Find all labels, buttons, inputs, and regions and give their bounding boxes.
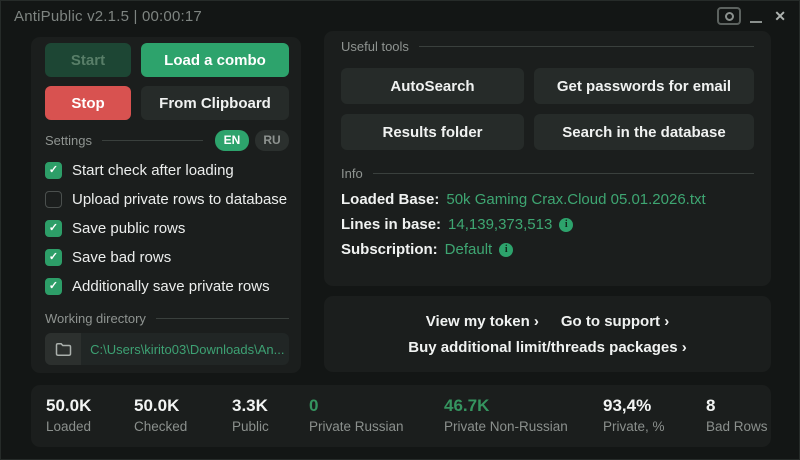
check-icon: ✓ [48, 280, 59, 292]
working-directory-path: C:\Users\kirito03\Downloads\An... [90, 341, 285, 357]
stat-value: 46.7K [444, 396, 490, 415]
account-links-panel: View my token › Go to support › Buy addi… [324, 296, 771, 372]
close-button[interactable]: ✕ [771, 8, 789, 25]
stat-label: Private Non-Russian [444, 419, 568, 434]
info-rows: Loaded Base: 50k Gaming Crax.Cloud 05.01… [341, 187, 754, 262]
stats-bar: 50.0K Loaded 50.0K Checked 3.3K Public 0… [31, 385, 771, 447]
minimize-button[interactable] [750, 9, 763, 23]
stat-checked: 50.0K Checked [134, 396, 187, 434]
checkbox[interactable]: ✓ [45, 249, 62, 266]
stat-public: 3.3K Public [232, 396, 269, 434]
check-icon: ✓ [48, 222, 59, 234]
pin-window-button[interactable] [717, 7, 742, 25]
checkbox-save-private-rows[interactable]: ✓ Additionally save private rows [45, 272, 289, 301]
subscription-row: Subscription: Default i [341, 237, 754, 262]
check-icon: ✓ [48, 164, 59, 176]
checkbox[interactable]: ✓ [45, 162, 62, 179]
useful-tools-label: Useful tools [341, 39, 409, 54]
stat-bad-rows: 8 Bad Rows [706, 396, 768, 434]
divider [372, 173, 754, 174]
titlebar: AntiPublic v2.1.5 | 00:00:17 ✕ [1, 1, 799, 31]
control-panel: Start Load a combo Stop From Clipboard S… [31, 37, 301, 373]
checkbox[interactable]: ✓ [45, 278, 62, 295]
lines-in-base-row: Lines in base: 14,139,373,513 i [341, 212, 754, 237]
subscription-value: Default [444, 241, 493, 258]
autosearch-button[interactable]: AutoSearch [341, 68, 524, 104]
circle-icon [724, 11, 734, 21]
checkbox-label: Start check after loading [72, 162, 234, 179]
stop-button[interactable]: Stop [45, 86, 131, 120]
close-icon: ✕ [774, 7, 786, 24]
stat-value: 3.3K [232, 396, 268, 415]
stat-label: Checked [134, 419, 188, 434]
checkbox-save-bad-rows[interactable]: ✓ Save bad rows [45, 243, 289, 272]
checkbox-label: Save public rows [72, 220, 186, 237]
stat-value: 50.0K [46, 396, 92, 415]
stat-private-non-russian: 46.7K Private Non-Russian [444, 396, 568, 434]
results-folder-button[interactable]: Results folder [341, 114, 524, 150]
stat-label: Public [232, 419, 269, 434]
subscription-label: Subscription: [341, 241, 438, 258]
stat-value: 0 [309, 396, 319, 415]
checkbox[interactable]: ✓ [45, 191, 62, 208]
useful-tools-grid: AutoSearch Get passwords for email Resul… [341, 68, 754, 150]
check-icon: ✓ [48, 251, 59, 263]
start-button[interactable]: Start [45, 43, 131, 77]
checkbox-label: Upload private rows to database [72, 191, 288, 208]
info-icon[interactable]: i [499, 242, 514, 257]
loaded-base-value: 50k Gaming Crax.Cloud 05.01.2026.txt [446, 191, 706, 208]
browse-folder-button[interactable] [45, 333, 82, 365]
lines-in-base-label: Lines in base: [341, 216, 442, 233]
info-label: Info [341, 166, 363, 181]
loaded-base-row: Loaded Base: 50k Gaming Crax.Cloud 05.01… [341, 187, 754, 212]
load-combo-button[interactable]: Load a combo [141, 43, 289, 77]
window-controls: ✕ [717, 7, 789, 25]
loaded-base-label: Loaded Base: [341, 191, 440, 208]
checkbox-label: Additionally save private rows [72, 278, 270, 295]
checkbox-label: Save bad rows [72, 249, 172, 266]
working-directory-input[interactable]: C:\Users\kirito03\Downloads\An... [45, 333, 289, 365]
stat-value: 50.0K [134, 396, 180, 415]
stat-label: Private, % [603, 419, 665, 434]
divider [418, 46, 754, 47]
stat-loaded: 50.0K Loaded [46, 396, 91, 434]
language-ru-toggle[interactable]: RU [255, 129, 289, 151]
stat-label: Private Russian [309, 419, 404, 434]
search-database-button[interactable]: Search in the database [534, 114, 754, 150]
checkbox-save-public-rows[interactable]: ✓ Save public rows [45, 214, 289, 243]
folder-icon [55, 342, 71, 356]
support-link[interactable]: Go to support › [561, 313, 669, 330]
checkbox-upload-private-rows[interactable]: ✓ Upload private rows to database [45, 185, 289, 214]
from-clipboard-button[interactable]: From Clipboard [141, 86, 289, 120]
stat-value: 93,4% [603, 396, 652, 415]
get-passwords-button[interactable]: Get passwords for email [534, 68, 754, 104]
working-directory-label: Working directory [45, 310, 146, 326]
checkbox-start-check-after-loading[interactable]: ✓ Start check after loading [45, 156, 289, 185]
checkbox[interactable]: ✓ [45, 220, 62, 237]
info-icon[interactable]: i [559, 217, 574, 232]
window-title: AntiPublic v2.1.5 | 00:00:17 [14, 7, 202, 25]
stat-value: 8 [706, 396, 716, 415]
settings-label: Settings [45, 132, 92, 148]
divider [155, 317, 289, 319]
settings-checkbox-list: ✓ Start check after loading ✓ Upload pri… [45, 156, 289, 301]
stat-label: Loaded [46, 419, 92, 434]
lines-in-base-value: 14,139,373,513 [448, 216, 553, 233]
stat-private-percent: 93,4% Private, % [603, 396, 665, 434]
divider [101, 139, 203, 141]
view-token-link[interactable]: View my token › [426, 313, 539, 330]
stat-label: Bad Rows [706, 419, 768, 434]
language-en-toggle[interactable]: EN [215, 129, 249, 151]
stat-private-russian: 0 Private Russian [309, 396, 404, 434]
tools-info-panel: Useful tools AutoSearch Get passwords fo… [324, 31, 771, 286]
buy-packages-link[interactable]: Buy additional limit/threads packages › [408, 339, 686, 356]
